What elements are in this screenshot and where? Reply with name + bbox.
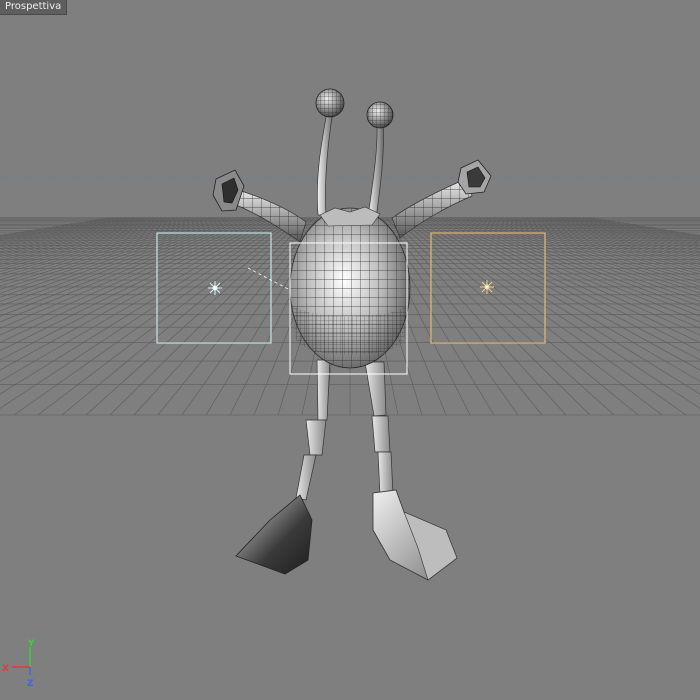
light-icon	[480, 280, 494, 294]
3d-viewport[interactable]: Y X Z Prospettiva	[0, 0, 700, 700]
grid-line	[0, 217, 219, 284]
viewport-scene[interactable]: Y X Z	[0, 0, 700, 700]
grid-line	[409, 217, 700, 409]
grid-line	[0, 217, 263, 336]
left-foot	[235, 494, 313, 575]
light-icon	[208, 281, 222, 295]
grid-line	[0, 217, 211, 278]
axis-gizmo: Y X Z	[2, 639, 35, 689]
grid-line	[577, 217, 700, 239]
grid-line	[441, 217, 700, 329]
grid-line	[481, 217, 700, 284]
grid-line	[0, 217, 119, 238]
right-upper-leg	[364, 361, 387, 417]
grid-line	[0, 217, 203, 272]
right-stalk	[367, 121, 384, 220]
grid-line	[0, 217, 159, 251]
grid-line	[541, 217, 700, 251]
grid-line	[549, 217, 700, 248]
left-stalk	[316, 111, 334, 216]
grid-line	[0, 217, 247, 312]
left-knee	[305, 419, 327, 456]
right-knee	[371, 415, 391, 453]
grid-line	[453, 217, 700, 312]
grid-line	[0, 217, 271, 352]
grid-line	[569, 217, 700, 242]
grid-line	[581, 217, 700, 238]
grid-line	[537, 217, 700, 252]
grid-line	[0, 217, 163, 252]
right-lower-leg	[377, 451, 394, 496]
left-upper-leg	[316, 359, 331, 421]
grid-line	[0, 217, 123, 239]
viewport-label[interactable]: Prospettiva	[0, 0, 68, 15]
grid-line	[497, 217, 700, 272]
left-lower-leg	[295, 454, 317, 501]
axis-label-x: X	[2, 664, 9, 674]
grid-line	[0, 217, 131, 242]
grid-line	[0, 217, 259, 329]
grid-line	[0, 217, 151, 248]
left-light[interactable]	[156, 232, 272, 344]
grid-line	[437, 217, 700, 336]
axis-label-z: Z	[27, 679, 34, 689]
grid-line	[489, 217, 700, 278]
grid-line	[429, 217, 700, 352]
grid-line	[0, 217, 291, 409]
axis-label-y: Y	[27, 639, 35, 649]
